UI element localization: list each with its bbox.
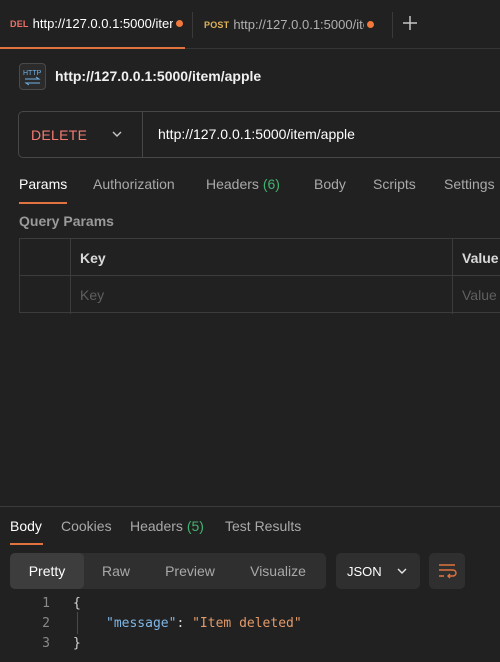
url-bar: DELETE http://127.0.0.1:5000/item/apple	[18, 111, 500, 158]
code-text: }	[73, 636, 81, 651]
svg-text:HTTP: HTTP	[23, 70, 42, 77]
table-header-row: Key Value	[20, 239, 500, 276]
mode-preview[interactable]: Preview	[156, 553, 224, 589]
unsaved-dot-icon	[367, 21, 375, 28]
plus-icon[interactable]	[400, 13, 420, 37]
wrap-lines-button[interactable]	[429, 553, 465, 589]
response-headers-label: Headers	[130, 518, 183, 534]
code-text: {	[73, 596, 81, 611]
tab-headers-label: Headers	[206, 176, 259, 192]
code-line: 1 {	[0, 596, 500, 616]
pane-divider[interactable]	[0, 506, 500, 507]
value-column-header: Value	[462, 250, 499, 266]
view-mode-segmented-control: Pretty Raw Preview Visualize	[10, 553, 326, 589]
request-tab-delete[interactable]: DEL http://127.0.0.1:5000/item/apple	[0, 0, 185, 49]
response-tab-body[interactable]: Body	[10, 518, 42, 534]
tab-headers[interactable]: Headers (6)	[206, 176, 280, 192]
mode-raw[interactable]: Raw	[90, 553, 142, 589]
value-input[interactable]: Value	[462, 287, 497, 303]
column-divider	[452, 239, 453, 314]
unsaved-dot-icon	[175, 20, 183, 27]
mode-pretty[interactable]: Pretty	[10, 553, 84, 589]
line-number: 2	[42, 616, 50, 631]
response-tab-test-results[interactable]: Test Results	[225, 518, 301, 534]
line-number: 1	[42, 596, 50, 611]
method-select[interactable]: DELETE	[19, 112, 143, 157]
column-divider	[70, 239, 71, 314]
json-colon: :	[176, 616, 193, 631]
tab-params[interactable]: Params	[19, 176, 67, 192]
url-input[interactable]: http://127.0.0.1:5000/item/apple	[158, 126, 355, 142]
response-tab-headers[interactable]: Headers (5)	[130, 518, 204, 534]
chevron-down-icon	[397, 568, 407, 574]
format-select[interactable]: JSON	[336, 553, 420, 589]
request-tab-post[interactable]: POST http://127.0.0.1:5000/item	[194, 0, 386, 49]
request-title[interactable]: http://127.0.0.1:5000/item/apple	[55, 68, 261, 84]
code-text: "message": "Item deleted"	[106, 616, 302, 631]
json-key: "message"	[106, 616, 177, 631]
key-column-header: Key	[80, 250, 106, 266]
table-row: Key Value	[20, 276, 500, 313]
query-params-table: Key Value Key Value	[19, 238, 500, 314]
query-params-title: Query Params	[19, 213, 114, 229]
response-headers-count: (5)	[186, 518, 204, 534]
tab-method-label: POST	[204, 19, 230, 30]
key-input[interactable]: Key	[80, 287, 104, 303]
tab-scripts[interactable]: Scripts	[373, 176, 416, 192]
code-line: 2 "message": "Item deleted"	[0, 616, 500, 636]
mode-visualize[interactable]: Visualize	[236, 553, 320, 589]
response-tab-cookies[interactable]: Cookies	[61, 518, 112, 534]
http-icon: HTTP	[19, 63, 46, 90]
line-number: 3	[42, 636, 50, 651]
indent-guide	[77, 612, 78, 634]
tab-url-label: http://127.0.0.1:5000/item/apple	[32, 16, 173, 31]
headers-count: (6)	[262, 176, 280, 192]
tab-divider	[192, 12, 193, 38]
method-label: DELETE	[31, 126, 88, 143]
code-line: 3 }	[0, 636, 500, 656]
request-tabs: Params Authorization Headers (6) Body Sc…	[0, 172, 500, 204]
format-label: JSON	[347, 563, 382, 579]
tab-body[interactable]: Body	[314, 176, 346, 192]
tab-url-label: http://127.0.0.1:5000/item	[233, 17, 364, 32]
active-response-tab-indicator	[10, 543, 43, 545]
json-value: "Item deleted"	[192, 616, 302, 631]
chevron-down-icon	[112, 131, 122, 137]
tab-authorization[interactable]: Authorization	[93, 176, 175, 192]
active-tab-indicator	[19, 202, 67, 204]
wrap-lines-icon	[439, 564, 457, 579]
tab-settings[interactable]: Settings	[444, 176, 495, 192]
tab-divider	[392, 12, 393, 38]
request-tab-bar: DEL http://127.0.0.1:5000/item/apple POS…	[0, 0, 500, 49]
tab-method-label: DEL	[10, 18, 29, 29]
